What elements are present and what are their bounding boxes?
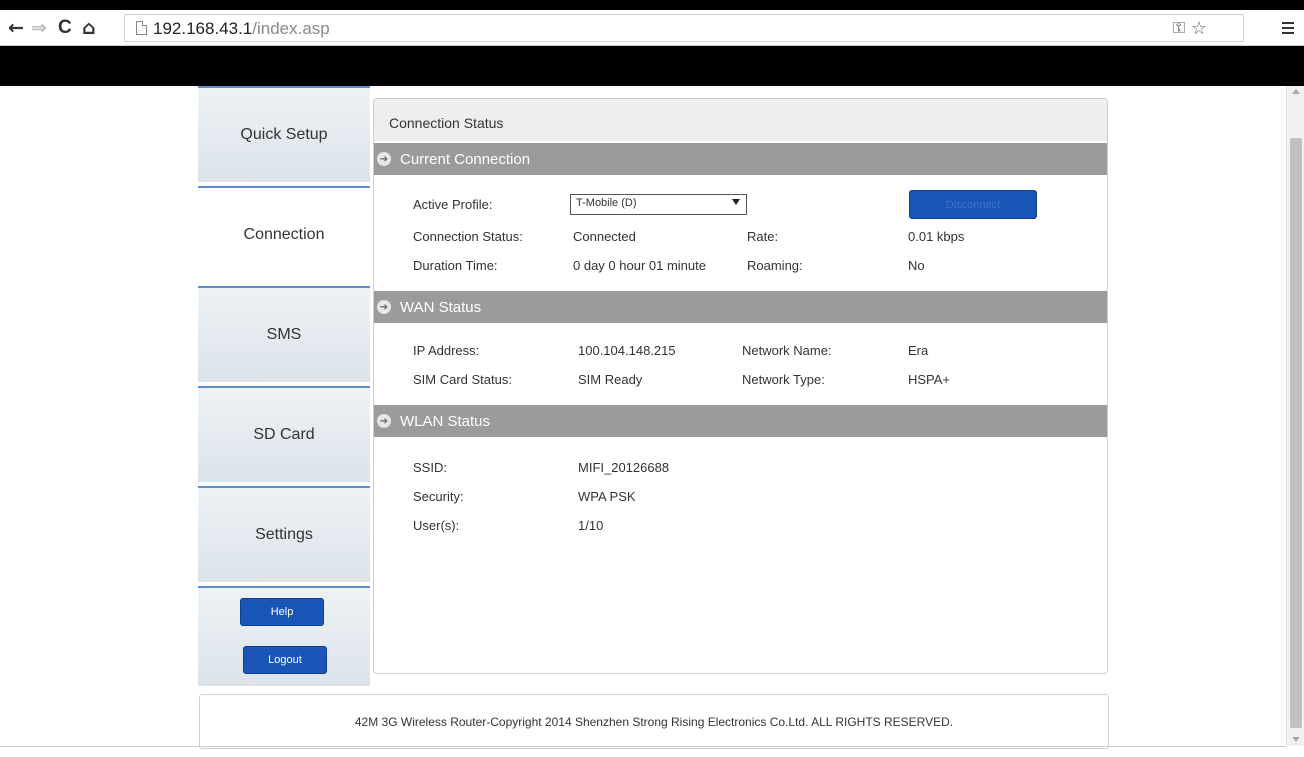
sidebar-item-quick-setup[interactable]: Quick Setup — [198, 86, 370, 182]
ssid-value: MIFI_20126688 — [578, 460, 670, 475]
sidebar-item-label: SMS — [266, 326, 302, 343]
active-profile-value: T-Mobile (D) — [576, 197, 637, 209]
url-host: 192.168.43.1 — [153, 19, 253, 38]
sidebar-item-label: SD Card — [253, 426, 315, 443]
sidebar-item-sms[interactable]: SMS — [198, 286, 370, 382]
sidebar-item-connection[interactable]: Connection — [198, 186, 370, 282]
roaming-label: Roaming: — [747, 258, 803, 273]
connection-status-value: Connected — [573, 229, 636, 244]
ssid-label: SSID: — [413, 460, 447, 475]
current-connection-header: ➔ Current Connection — [374, 143, 1107, 175]
active-profile-select[interactable]: T-Mobile (D) — [570, 194, 747, 215]
network-name-value: Era — [908, 343, 929, 358]
scroll-down-icon[interactable] — [1292, 737, 1300, 742]
sim-status-value: SIM Ready — [578, 372, 643, 387]
ip-address-label: IP Address: — [413, 343, 480, 358]
section-heading: WLAN Status — [400, 412, 491, 430]
sim-status-label: SIM Card Status: — [413, 372, 512, 387]
sidebar-nav: Quick Setup Connection SMS SD Card Setti… — [198, 86, 370, 686]
panel-title: Connection Status — [374, 99, 1107, 141]
chevron-down-icon — [732, 199, 740, 205]
key-icon[interactable]: ⚿ — [1173, 18, 1185, 38]
duration-label: Duration Time: — [413, 258, 498, 273]
arrow-right-icon: ➔ — [377, 300, 391, 314]
sidebar-item-settings[interactable]: Settings — [198, 486, 370, 582]
sidebar-item-label: Settings — [255, 526, 313, 543]
network-type-value: HSPA+ — [908, 372, 951, 387]
scroll-up-icon[interactable] — [1292, 89, 1300, 94]
users-value: 1/10 — [578, 518, 604, 533]
help-button[interactable]: Help — [240, 598, 324, 626]
browser-toolbar: ← ⇒ C ⌂ 192.168.43.1/index.asp ⚿ ☆ — [0, 10, 1304, 46]
sidebar-item-sd-card[interactable]: SD Card — [198, 386, 370, 482]
active-profile-label: Active Profile: — [413, 197, 493, 212]
security-label: Security: — [413, 489, 464, 504]
rate-label: Rate: — [747, 229, 779, 244]
url-text[interactable]: 192.168.43.1/index.asp — [153, 19, 330, 39]
connection-status-label: Connection Status: — [413, 229, 523, 244]
sidebar-item-label: Quick Setup — [240, 126, 328, 143]
security-value: WPA PSK — [578, 489, 636, 504]
home-button[interactable]: ⌂ — [82, 18, 96, 38]
forward-button[interactable]: ⇒ — [31, 18, 47, 38]
roaming-value: No — [908, 258, 925, 273]
page-icon — [136, 21, 147, 35]
ip-address-value: 100.104.148.215 — [578, 343, 676, 358]
star-icon[interactable]: ☆ — [1191, 18, 1207, 39]
wlan-status-header: ➔ WLAN Status — [374, 405, 1107, 437]
duration-value: 0 day 0 hour 01 minute — [573, 258, 706, 273]
sidebar-footer: Help Logout — [198, 586, 370, 686]
menu-icon[interactable] — [1282, 22, 1294, 34]
scrollbar-thumb[interactable] — [1290, 138, 1302, 728]
divider — [0, 746, 1286, 747]
network-type-label: Network Type: — [742, 372, 825, 387]
network-name-label: Network Name: — [742, 343, 832, 358]
wan-status-header: ➔ WAN Status — [374, 291, 1107, 323]
logout-button[interactable]: Logout — [243, 646, 327, 674]
arrow-right-icon: ➔ — [377, 152, 391, 166]
copyright-footer: 42M 3G Wireless Router-Copyright 2014 Sh… — [199, 694, 1109, 749]
section-heading: Current Connection — [400, 150, 531, 168]
rate-value: 0.01 kbps — [908, 229, 965, 244]
arrow-right-icon: ➔ — [377, 414, 391, 428]
address-bar[interactable]: 192.168.43.1/index.asp ⚿ ☆ — [124, 14, 1244, 42]
browser-chrome: ← ⇒ C ⌂ 192.168.43.1/index.asp ⚿ ☆ — [0, 0, 1304, 86]
back-button[interactable]: ← — [8, 18, 24, 38]
page-scrollbar[interactable] — [1286, 86, 1304, 746]
footer-text: 42M 3G Wireless Router-Copyright 2014 Sh… — [354, 714, 954, 729]
disconnect-button[interactable]: Disconnect — [909, 190, 1037, 219]
connection-status-panel: Connection Status ➔ Current Connection A… — [373, 98, 1108, 674]
url-path: /index.asp — [252, 19, 330, 38]
sidebar-item-label: Connection — [243, 226, 325, 243]
users-label: User(s): — [413, 518, 460, 533]
section-heading: WAN Status — [400, 298, 482, 316]
reload-button[interactable]: C — [58, 18, 72, 38]
